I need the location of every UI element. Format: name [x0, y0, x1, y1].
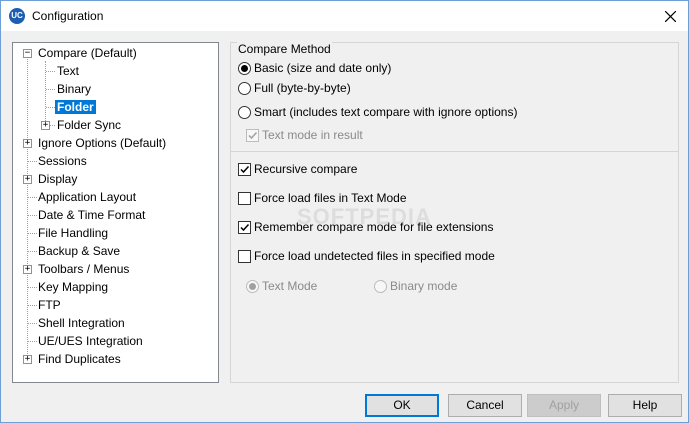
expand-icon[interactable]: + [23, 355, 32, 364]
radio-full[interactable]: Full (byte-by-byte) [238, 80, 351, 96]
expand-icon[interactable]: + [41, 121, 50, 130]
checkbox-remember-mode-box [238, 220, 251, 234]
tree-item-application-layout[interactable]: Application Layout [36, 188, 138, 206]
tree-line [46, 71, 55, 72]
collapse-icon[interactable]: − [23, 49, 32, 58]
tree-item-key-mapping[interactable]: Key Mapping [36, 278, 110, 296]
checkmark-icon [240, 223, 250, 231]
checkbox-force-undetected[interactable]: Force load undetected files in specified… [238, 248, 495, 264]
separator [231, 151, 678, 152]
tree-item-file-handling[interactable]: File Handling [36, 224, 110, 242]
tree-line [27, 57, 28, 362]
tree-item-ftp[interactable]: FTP [36, 296, 63, 314]
close-button[interactable] [652, 1, 688, 31]
title-bar: UC Configuration [1, 1, 688, 31]
app-icon: UC [9, 8, 25, 24]
expand-icon[interactable]: + [23, 175, 32, 184]
radio-text-mode[interactable]: Text Mode [246, 278, 317, 294]
tree-item-backup-save[interactable]: Backup & Save [36, 242, 122, 260]
radio-smart[interactable]: Smart (includes text compare with ignore… [238, 104, 517, 120]
checkbox-recursive-compare[interactable]: Recursive compare [238, 161, 357, 177]
tree-item-find-duplicates[interactable]: Find Duplicates [36, 350, 123, 368]
radio-basic[interactable]: Basic (size and date only) [238, 60, 391, 76]
tree-item-compare[interactable]: Compare (Default) [36, 44, 139, 62]
window-title: Configuration [32, 9, 104, 23]
tree-item-folder[interactable]: Folder [55, 98, 96, 116]
radio-full-indicator [238, 81, 251, 95]
checkbox-remember-mode[interactable]: Remember compare mode for file extension… [238, 219, 493, 235]
checkbox-text-mode-result[interactable]: Text mode in result [246, 127, 363, 143]
radio-basic-indicator [238, 61, 251, 75]
expand-icon[interactable]: + [23, 265, 32, 274]
radio-smart-indicator [238, 105, 251, 119]
tree-item-ignore-options[interactable]: Ignore Options (Default) [36, 134, 168, 152]
checkbox-force-undetected-box [238, 249, 251, 263]
tree-item-sessions[interactable]: Sessions [36, 152, 89, 170]
configuration-window: UC Configuration − + + + + + Compare (De… [0, 0, 689, 423]
expand-icon[interactable]: + [23, 139, 32, 148]
tree-item-toolbars-menus[interactable]: Toolbars / Menus [36, 260, 131, 278]
checkmark-icon [248, 131, 258, 139]
checkbox-force-text-mode[interactable]: Force load files in Text Mode [238, 190, 407, 206]
radio-text-mode-indicator [246, 279, 259, 293]
tree-item-ue-ues-integration[interactable]: UE/UES Integration [36, 332, 145, 350]
tree-line [46, 89, 55, 90]
tree-line [46, 107, 55, 108]
cancel-button[interactable]: Cancel [448, 394, 522, 417]
radio-binary-mode[interactable]: Binary mode [374, 278, 457, 294]
apply-button[interactable]: Apply [527, 394, 601, 417]
checkbox-force-text-mode-box [238, 191, 251, 205]
checkbox-recursive-compare-box [238, 162, 251, 176]
tree-item-shell-integration[interactable]: Shell Integration [36, 314, 127, 332]
radio-binary-mode-indicator [374, 279, 387, 293]
tree-item-text[interactable]: Text [55, 62, 81, 80]
tree-item-binary[interactable]: Binary [55, 80, 93, 98]
tree-item-date-time-format[interactable]: Date & Time Format [36, 206, 147, 224]
tree-item-display[interactable]: Display [36, 170, 79, 188]
close-icon [664, 10, 676, 22]
compare-method-label: Compare Method [237, 42, 332, 56]
checkmark-icon [240, 165, 250, 173]
tree-item-folder-sync[interactable]: Folder Sync [55, 116, 123, 134]
help-button[interactable]: Help [608, 394, 682, 417]
ok-button[interactable]: OK [365, 394, 439, 417]
checkbox-text-mode-result-box [246, 128, 259, 142]
settings-tree[interactable]: − + + + + + Compare (Default) Text Binar… [12, 42, 219, 383]
